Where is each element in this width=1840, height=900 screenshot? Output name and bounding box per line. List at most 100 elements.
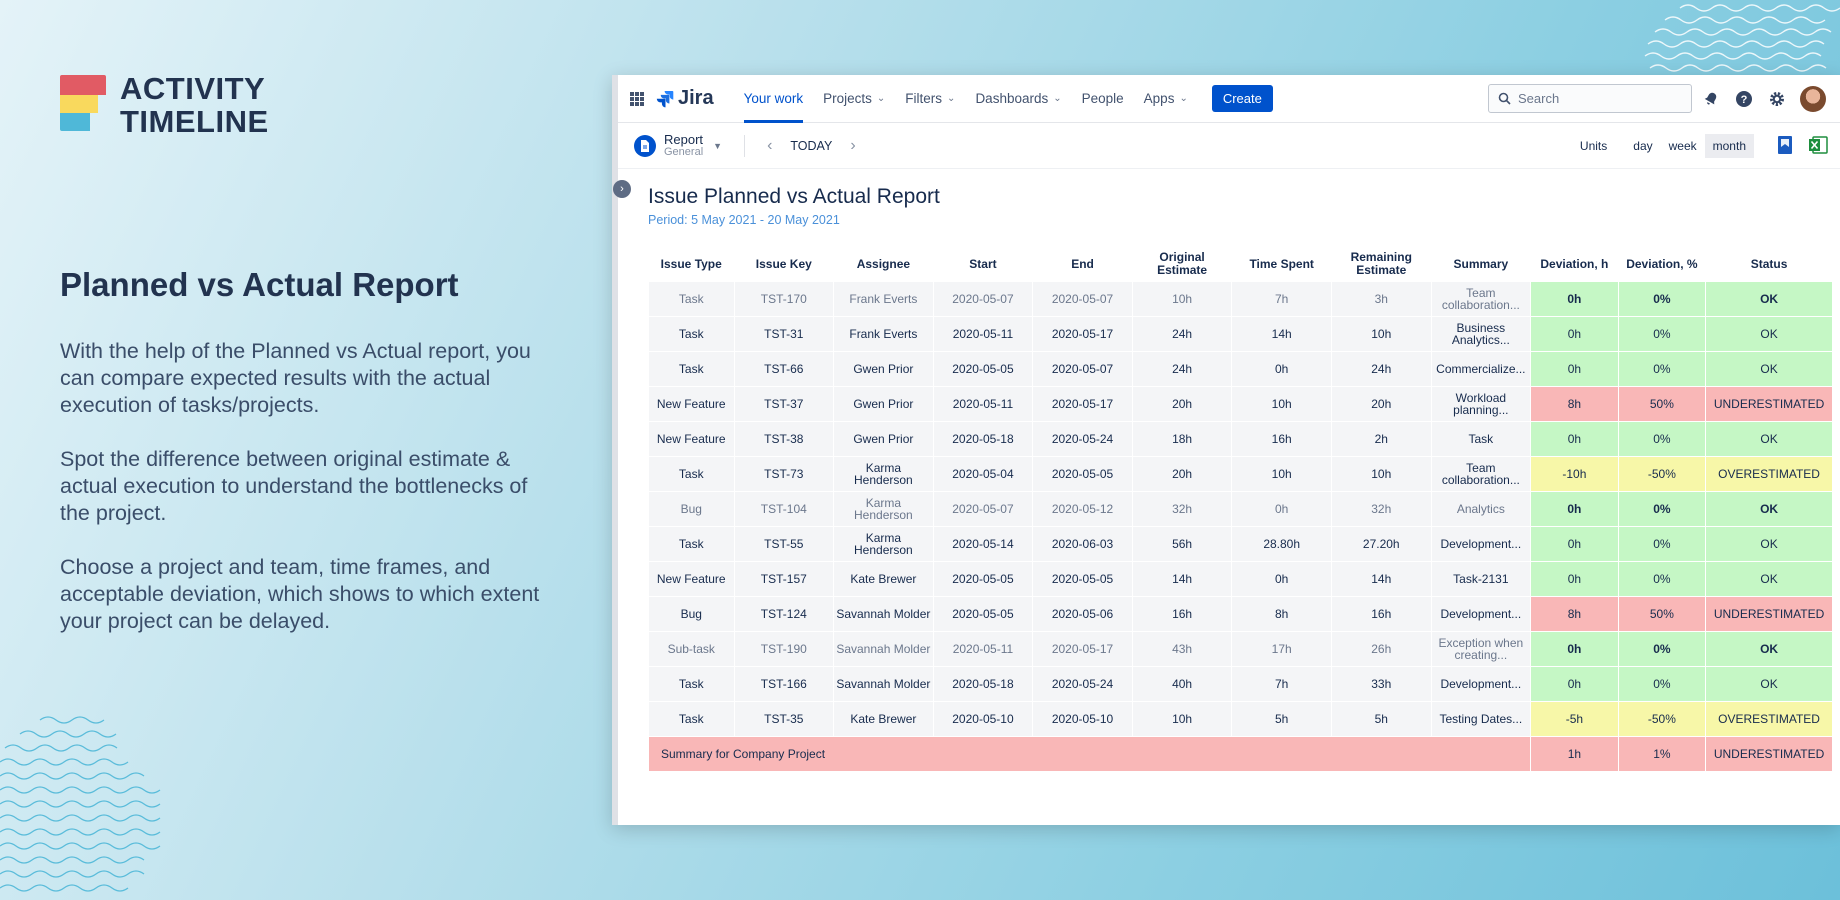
cell-status: OK (1706, 562, 1832, 596)
cell-time-spent: 0h (1232, 352, 1331, 386)
table-row[interactable]: Task TST-55 Karma Henderson 2020-05-14 2020-… (649, 527, 1832, 561)
cell-issue-type: Sub-task (649, 632, 734, 666)
chevron-left-icon[interactable]: ‹ (767, 137, 772, 155)
cell-start: 2020-05-18 (933, 667, 1033, 701)
export-excel-icon[interactable] (1808, 135, 1828, 160)
cell-assignee: Gwen Prior (834, 422, 933, 456)
cell-issue-key[interactable]: TST-73 (734, 457, 834, 491)
cell-issue-key[interactable]: TST-55 (734, 527, 834, 561)
nav-apps[interactable]: Apps ⌄ (1144, 75, 1188, 123)
units-selector: Units day week month (1580, 134, 1754, 158)
col-time-spent[interactable]: Time Spent (1232, 247, 1331, 281)
table-row[interactable]: Task TST-170 Frank Everts 2020-05-07 2020-05… (649, 282, 1832, 316)
nav-projects[interactable]: Projects ⌄ (823, 75, 885, 123)
table-row[interactable]: New Feature TST-37 Gwen Prior 2020-05-11 202… (649, 387, 1832, 421)
unit-week-button[interactable]: week (1661, 134, 1705, 158)
cell-issue-key[interactable]: TST-37 (734, 387, 834, 421)
table-row[interactable]: New Feature TST-38 Gwen Prior 2020-05-18 202… (649, 422, 1832, 456)
cell-deviation-percent: -50% (1618, 457, 1706, 491)
col-status[interactable]: Status (1706, 247, 1832, 281)
col-assignee[interactable]: Assignee (834, 247, 933, 281)
cell-status: OK (1706, 632, 1832, 666)
unit-day-button[interactable]: day (1625, 134, 1660, 158)
cell-status: OK (1706, 282, 1832, 316)
cell-summary: Task-2131 (1431, 562, 1531, 596)
cell-issue-key[interactable]: TST-166 (734, 667, 834, 701)
col-end[interactable]: End (1033, 247, 1132, 281)
cell-issue-key[interactable]: TST-124 (734, 597, 834, 631)
cell-issue-key[interactable]: TST-66 (734, 352, 834, 386)
col-deviation-percent[interactable]: Deviation, % (1619, 247, 1706, 281)
chevron-right-icon[interactable]: › (850, 137, 855, 155)
jira-logo[interactable]: Jira (656, 87, 714, 110)
cell-deviation-percent: 0% (1618, 527, 1706, 561)
col-original-estimate[interactable]: Original Estimate (1133, 247, 1232, 281)
notifications-icon[interactable] (1698, 86, 1724, 112)
cell-issue-type: New Feature (649, 422, 734, 456)
units-label: Units (1579, 139, 1608, 153)
cell-start: 2020-05-10 (933, 702, 1033, 736)
col-deviation-hours[interactable]: Deviation, h (1531, 247, 1618, 281)
table-row[interactable]: Bug TST-104 Karma Henderson 2020-05-07 2020-… (649, 492, 1832, 526)
create-button[interactable]: Create (1211, 85, 1273, 112)
cell-status: OK (1706, 527, 1832, 561)
cell-issue-key[interactable]: TST-157 (734, 562, 834, 596)
table-row[interactable]: Task TST-31 Frank Everts 2020-05-11 2020-05-… (649, 317, 1832, 351)
summary-deviation-percent: 1% (1618, 737, 1706, 771)
cell-issue-key[interactable]: TST-190 (734, 632, 834, 666)
cell-original-estimate: 10h (1132, 282, 1232, 316)
search-input[interactable]: Search (1488, 84, 1692, 113)
cell-issue-key[interactable]: TST-31 (734, 317, 834, 351)
cell-summary: Testing Dates... (1431, 702, 1531, 736)
col-remaining-estimate[interactable]: Remaining Estimate (1332, 247, 1431, 281)
table-row[interactable]: Task TST-35 Kate Brewer 2020-05-10 2020-05-1… (649, 702, 1832, 736)
cell-start: 2020-05-04 (933, 457, 1033, 491)
summary-row: Summary for Company Project 1h 1% UNDERESTI… (649, 737, 1832, 771)
help-icon[interactable]: ? (1731, 86, 1757, 112)
cell-issue-key[interactable]: TST-38 (734, 422, 834, 456)
cell-time-spent: 5h (1232, 702, 1331, 736)
nav-dashboards[interactable]: Dashboards ⌄ (975, 75, 1061, 123)
caret-down-icon[interactable]: ▼ (713, 141, 722, 151)
nav-your-work[interactable]: Your work (743, 75, 803, 123)
export-word-icon[interactable] (1776, 135, 1794, 160)
cell-assignee: Frank Everts (834, 317, 933, 351)
app-switcher-icon[interactable] (630, 91, 644, 106)
nav-filters[interactable]: Filters ⌄ (905, 75, 955, 123)
table-row[interactable]: Task TST-166 Savannah Molder 2020-05-18 2020… (649, 667, 1832, 701)
cell-issue-key[interactable]: TST-35 (734, 702, 834, 736)
cell-issue-key[interactable]: TST-170 (734, 282, 834, 316)
col-issue-key[interactable]: Issue Key (735, 247, 834, 281)
settings-gear-icon[interactable] (1764, 86, 1790, 112)
unit-month-button[interactable]: month (1704, 134, 1754, 158)
cell-issue-key[interactable]: TST-104 (734, 492, 834, 526)
cell-start: 2020-05-07 (933, 282, 1033, 316)
description-paragraph: With the help of the Planned vs Actual r… (60, 339, 531, 417)
table-row[interactable]: Task TST-73 Karma Henderson 2020-05-04 2020-… (649, 457, 1832, 491)
page-headline: Planned vs Actual Report (60, 266, 459, 303)
user-avatar[interactable] (1800, 86, 1826, 112)
cell-time-spent: 0h (1232, 562, 1331, 596)
table-row[interactable]: Task TST-66 Gwen Prior 2020-05-05 2020-05-07… (649, 352, 1832, 386)
cell-start: 2020-05-18 (933, 422, 1033, 456)
table-row[interactable]: Sub-task TST-190 Savannah Molder 2020-05-11… (649, 632, 1832, 666)
table-row[interactable]: Bug TST-124 Savannah Molder 2020-05-05 2020-… (649, 597, 1832, 631)
report-icon[interactable] (634, 134, 656, 157)
table-row[interactable]: New Feature TST-157 Kate Brewer 2020-05-05 2… (649, 562, 1832, 596)
cell-issue-type: Bug (649, 492, 734, 526)
nav-people[interactable]: People (1082, 75, 1124, 123)
col-start[interactable]: Start (934, 247, 1033, 281)
report-selector[interactable]: Report General (664, 133, 703, 158)
divider (744, 134, 746, 157)
brand-logo: ACTIVITY TIMELINE (60, 72, 269, 138)
cell-summary: Team collaboration... (1431, 282, 1531, 316)
col-summary[interactable]: Summary (1432, 247, 1531, 281)
cell-end: 2020-05-24 (1033, 667, 1132, 701)
col-issue-type[interactable]: Issue Type (649, 247, 734, 281)
cell-assignee: Karma Henderson (834, 527, 933, 561)
expand-sidebar-icon[interactable]: › (613, 180, 631, 198)
cell-start: 2020-05-14 (933, 527, 1033, 561)
today-button[interactable]: TODAY (790, 139, 832, 153)
cell-start: 2020-05-05 (933, 352, 1033, 386)
cell-assignee: Karma Henderson (834, 492, 933, 526)
